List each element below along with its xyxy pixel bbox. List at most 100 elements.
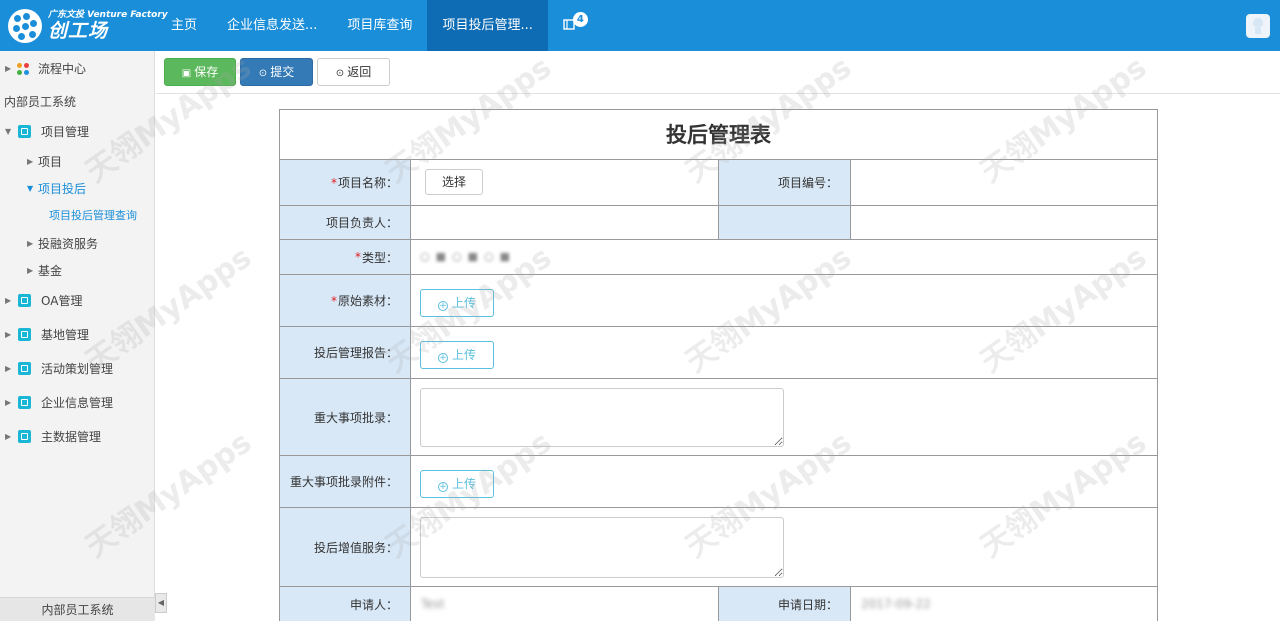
save-button[interactable]: ▣ 保存 (164, 58, 236, 86)
nav-enterprise-info[interactable]: 企业信息发送... (212, 0, 332, 51)
module-icon (18, 328, 31, 341)
nav-post-investment[interactable]: 项目投后管理... (427, 0, 548, 51)
project-no-value (851, 160, 1157, 205)
sidebar-item-project-post[interactable]: ▼ 项目投后 (0, 178, 155, 200)
sidebar-item-master-data[interactable]: ▶ 主数据管理 (0, 426, 155, 448)
chevron-right-icon: ▶ (5, 364, 12, 373)
form-row-report: 投后管理报告： + 上传 (280, 327, 1157, 379)
major-textarea[interactable] (420, 388, 784, 447)
sidebar-system-title: 内部员工系统 (4, 95, 77, 109)
upload-material-button[interactable]: + 上传 (420, 289, 494, 317)
sidebar-item-oa[interactable]: ▶ OA管理 (0, 290, 155, 312)
chevron-right-icon: ▶ (5, 398, 12, 407)
chevron-right-icon: ▶ (27, 239, 34, 248)
sidebar-item-base[interactable]: ▶ 基地管理 (0, 324, 155, 346)
form-row-type: * 类型： ○ ■ ○ ■ ○ ■ (280, 240, 1157, 275)
chevron-down-icon: ▼ (27, 184, 34, 193)
applicant-label: 申请人： (280, 587, 411, 621)
module-icon (18, 125, 31, 138)
sidebar-label: 项目投后 (38, 182, 87, 196)
sidebar-label: 项目 (38, 155, 63, 169)
chevron-right-icon: ▶ (5, 296, 12, 305)
sidebar-item-financing[interactable]: ▶ 投融资服务 (0, 233, 155, 255)
sidebar-label: 基地管理 (41, 328, 90, 342)
sidebar-item-project-management[interactable]: ▼ 项目管理 (0, 121, 155, 143)
form-row-material: * 原始素材： + 上传 (280, 275, 1157, 327)
logo[interactable]: 广东文投 Venture Factory 创工场 (8, 7, 168, 45)
project-no-label: 项目编号： (719, 160, 851, 205)
sidebar-item-fund[interactable]: ▶ 基金 (0, 260, 155, 282)
sidebar-item-activity[interactable]: ▶ 活动策划管理 (0, 358, 155, 380)
sidebar-label: 流程中心 (38, 62, 87, 76)
module-icon (18, 396, 31, 409)
chevron-right-icon: ▶ (27, 157, 34, 166)
logo-title: 创工场 (48, 20, 109, 42)
notification-badge: 4 (572, 12, 588, 27)
sidebar-label: OA管理 (41, 294, 83, 308)
plus-icon: + (437, 301, 448, 311)
toolbar: ▣ 保存 ⊙ 提交 ⊙ 返回 (156, 51, 1280, 94)
submit-button[interactable]: ⊙ 提交 (240, 58, 313, 86)
save-icon: ▣ (181, 68, 192, 79)
sidebar-label: 主数据管理 (41, 430, 102, 444)
logo-icon (8, 9, 42, 43)
nav-notifications[interactable]: 4 (548, 0, 594, 51)
upload-report-button[interactable]: + 上传 (420, 341, 494, 369)
sidebar-item-project[interactable]: ▶ 项目 (0, 151, 155, 173)
back-icon: ⊙ (335, 68, 345, 79)
sidebar-collapse-button[interactable]: ◀ (155, 593, 167, 613)
submit-icon: ⊙ (258, 68, 268, 79)
sidebar-label: 项目管理 (41, 125, 90, 139)
form-row-major: 重大事项批录： (280, 379, 1157, 456)
owner-value (411, 206, 719, 239)
sidebar-footer[interactable]: 内部员工系统 (0, 597, 155, 621)
applicant-value: Test (421, 597, 445, 611)
material-label: * 原始素材： (280, 275, 411, 326)
apply-date-label: 申请日期： (719, 587, 851, 621)
major-attach-label: 重大事项批录附件： (280, 456, 411, 507)
form-title: 投后管理表 (280, 110, 1157, 160)
form-row-applicant: 申请人： Test 申请日期： 2017-09-22 (280, 587, 1157, 621)
flow-center-icon (17, 63, 30, 76)
sidebar-label: 投融资服务 (38, 237, 99, 251)
type-options[interactable]: ○ ■ ○ ■ ○ ■ (411, 240, 1157, 274)
sidebar: ▶ 流程中心 内部员工系统 ▼ 项目管理 ▶ 项目 ▼ 项目投后 项目投后管理查… (0, 51, 155, 621)
chevron-right-icon: ▶ (5, 64, 12, 73)
top-navbar: 广东文投 Venture Factory 创工场 主页 企业信息发送... 项目… (0, 0, 1280, 51)
sidebar-label: 企业信息管理 (41, 396, 114, 410)
choose-project-button[interactable]: 选择 (425, 169, 483, 195)
nav-project-query[interactable]: 项目库查询 (332, 0, 427, 51)
apply-date-value: 2017-09-22 (861, 597, 931, 611)
chevron-right-icon: ▶ (27, 266, 34, 275)
empty-label (719, 206, 851, 239)
major-label: 重大事项批录： (280, 379, 411, 455)
nav-home[interactable]: 主页 (156, 0, 212, 51)
form-row-project-name: * 项目名称： 选择 项目编号： (280, 160, 1157, 206)
user-avatar[interactable] (1246, 14, 1270, 38)
post-investment-form: 投后管理表 * 项目名称： 选择 项目编号： 项目负责人： * 类型： ○ ■ ○ ■ ○ ■… (279, 109, 1158, 621)
chevron-down-icon: ▼ (5, 127, 12, 136)
sidebar-item-enterprise[interactable]: ▶ 企业信息管理 (0, 392, 155, 414)
sidebar-item-flow-center[interactable]: ▶ 流程中心 (0, 58, 155, 80)
type-label: * 类型： (280, 240, 411, 274)
chevron-right-icon: ▶ (5, 432, 12, 441)
sidebar-label: 项目投后管理查询 (49, 209, 137, 222)
plus-icon: + (437, 482, 448, 492)
module-icon (18, 430, 31, 443)
sidebar-item-post-query[interactable]: 项目投后管理查询 (0, 205, 155, 227)
chevron-right-icon: ▶ (5, 330, 12, 339)
form-row-value-service: 投后增值服务： (280, 508, 1157, 587)
form-row-major-attach: 重大事项批录附件： + 上传 (280, 456, 1157, 508)
module-icon (18, 362, 31, 375)
back-button[interactable]: ⊙ 返回 (317, 58, 390, 86)
logo-subtitle: 广东文投 Venture Factory (48, 10, 168, 20)
value-service-textarea[interactable] (420, 517, 784, 578)
report-label: 投后管理报告： (280, 327, 411, 378)
plus-icon: + (437, 353, 448, 363)
sidebar-label: 基金 (38, 264, 63, 278)
main-nav: 主页 企业信息发送... 项目库查询 项目投后管理... 4 (156, 0, 594, 51)
form-row-owner: 项目负责人： (280, 206, 1157, 240)
sidebar-label: 活动策划管理 (41, 362, 114, 376)
upload-major-attach-button[interactable]: + 上传 (420, 470, 494, 498)
value-service-label: 投后增值服务： (280, 508, 411, 586)
